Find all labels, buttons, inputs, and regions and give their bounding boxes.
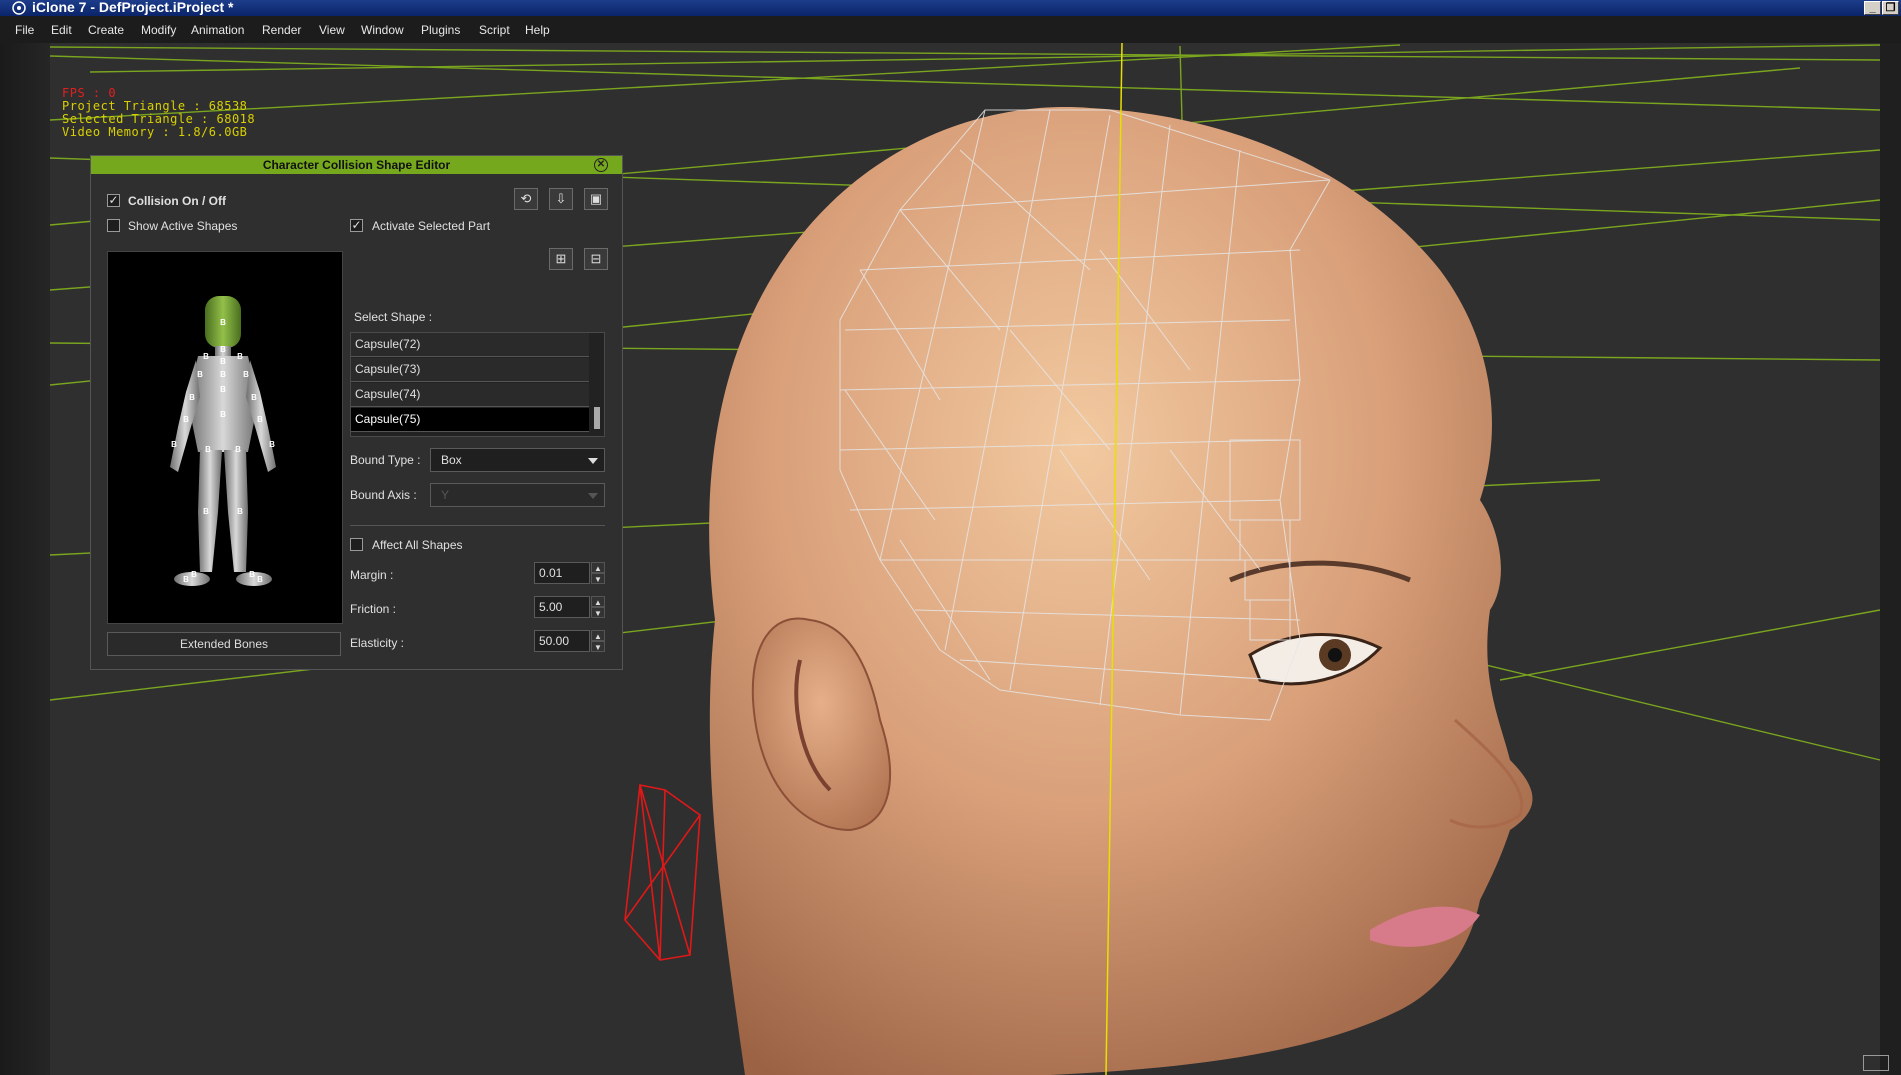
bound-type-select[interactable]: Box	[430, 448, 605, 472]
show-active-checkbox[interactable]	[107, 219, 120, 232]
bone-marker: B	[189, 393, 195, 402]
menu-create[interactable]: Create	[88, 23, 124, 37]
collision-label: Collision On / Off	[128, 194, 226, 208]
bound-type-value: Box	[441, 453, 462, 467]
menu-view[interactable]: View	[319, 23, 345, 37]
friction-stepper[interactable]: ▲ ▼	[591, 596, 605, 618]
extended-bones-button[interactable]: Extended Bones	[107, 632, 341, 656]
elasticity-stepper[interactable]: ▲ ▼	[591, 630, 605, 652]
affect-all-checkbox[interactable]	[350, 538, 363, 551]
list-item[interactable]: Capsule(73)	[351, 358, 589, 382]
reset-icon[interactable]: ⟲	[514, 188, 538, 210]
bone-marker: B	[257, 575, 263, 584]
menu-plugins[interactable]: Plugins	[421, 23, 460, 37]
app-icon	[12, 1, 26, 15]
bone-marker: B	[235, 445, 241, 454]
collision-shape-editor-panel: Character Collision Shape Editor ✕ ✓ Col…	[90, 155, 623, 670]
console-icon[interactable]	[1863, 1055, 1889, 1071]
window-title: iClone 7 - DefProject.iProject *	[32, 0, 234, 15]
menu-help[interactable]: Help	[525, 23, 550, 37]
bone-marker: B	[237, 352, 243, 361]
bound-type-label: Bound Type :	[350, 453, 421, 467]
menu-bar: File Edit Create Modify Animation Render…	[0, 16, 1901, 43]
stats-overlay: FPS : 0 Project Triangle : 68538 Selecte…	[62, 87, 255, 139]
margin-label: Margin :	[350, 568, 394, 582]
divider	[350, 525, 605, 526]
bound-axis-label: Bound Axis :	[350, 488, 417, 502]
close-icon[interactable]: ✕	[594, 158, 608, 172]
margin-stepper[interactable]: ▲ ▼	[591, 562, 605, 584]
bone-marker: B	[220, 318, 226, 327]
chevron-down-icon	[588, 458, 598, 464]
bone-marker: B	[251, 393, 257, 402]
bound-axis-value: Y	[441, 488, 450, 502]
minimize-button[interactable]: _	[1864, 1, 1881, 15]
list-item-selected[interactable]: Capsule(75)	[351, 408, 589, 432]
menu-render[interactable]: Render	[262, 23, 301, 37]
menu-file[interactable]: File	[15, 23, 34, 37]
bone-marker: B	[183, 415, 189, 424]
margin-field[interactable]: 0.01	[534, 562, 590, 584]
affect-all-label: Affect All Shapes	[372, 538, 463, 552]
load-icon[interactable]: ⇩	[549, 188, 573, 210]
bone-marker: B	[237, 507, 243, 516]
character-head	[709, 107, 1533, 1075]
remove-shape-icon[interactable]: ⊟	[584, 248, 608, 270]
elasticity-field[interactable]: 50.00	[534, 630, 590, 652]
add-shape-icon[interactable]: ⊞	[549, 248, 573, 270]
friction-label: Friction :	[350, 602, 397, 616]
menu-window[interactable]: Window	[361, 23, 404, 37]
bone-marker: B	[257, 415, 263, 424]
activate-part-checkbox[interactable]: ✓	[350, 219, 363, 232]
video-memory-readout: Video Memory : 1.8/6.0GB	[62, 125, 248, 139]
menu-animation[interactable]: Animation	[191, 23, 244, 37]
title-bar: iClone 7 - DefProject.iProject * _ ❐	[0, 0, 1901, 16]
bone-marker: B	[203, 507, 209, 516]
menu-edit[interactable]: Edit	[51, 23, 72, 37]
bone-marker: B	[243, 370, 249, 379]
restore-button[interactable]: ❐	[1882, 1, 1899, 15]
list-item[interactable]: Capsule(74)	[351, 383, 589, 407]
list-scrollbar[interactable]	[594, 407, 600, 429]
bone-marker: B	[220, 410, 226, 419]
panel-header[interactable]: Character Collision Shape Editor ✕	[91, 156, 622, 174]
bone-marker: B	[171, 440, 177, 449]
menu-script[interactable]: Script	[479, 23, 510, 37]
bone-marker: B	[203, 352, 209, 361]
bound-axis-select[interactable]: Y	[430, 483, 605, 507]
elasticity-label: Elasticity :	[350, 636, 405, 650]
bone-marker: B	[183, 575, 189, 584]
bone-marker: B	[269, 440, 275, 449]
bone-marker: B	[197, 370, 203, 379]
shape-list[interactable]: Capsule(72) Capsule(73) Capsule(74) Caps…	[350, 332, 605, 437]
bone-marker: B	[191, 570, 197, 579]
bone-figure-view[interactable]: B B B B B B B B B B B B B B B B B B B B	[107, 251, 343, 624]
bone-marker: B	[220, 357, 226, 366]
collision-checkbox[interactable]: ✓	[107, 194, 120, 207]
friction-field[interactable]: 5.00	[534, 596, 590, 618]
menu-modify[interactable]: Modify	[141, 23, 176, 37]
save-icon[interactable]: ▣	[584, 188, 608, 210]
list-item[interactable]: Capsule(72)	[351, 333, 589, 357]
panel-title: Character Collision Shape Editor	[262, 158, 451, 172]
show-active-label: Show Active Shapes	[128, 219, 238, 233]
activate-part-label: Activate Selected Part	[372, 219, 491, 233]
bone-marker: B	[220, 385, 226, 394]
select-shape-label: Select Shape :	[354, 310, 433, 324]
bone-marker: B	[205, 445, 211, 454]
chevron-down-icon	[588, 493, 598, 499]
bone-marker: B	[220, 370, 226, 379]
bone-marker: B	[249, 570, 255, 579]
character-silhouette[interactable]: B B B B B B B B B B B B B B B B B B B B	[108, 252, 342, 623]
bone-marker: B	[220, 345, 226, 354]
